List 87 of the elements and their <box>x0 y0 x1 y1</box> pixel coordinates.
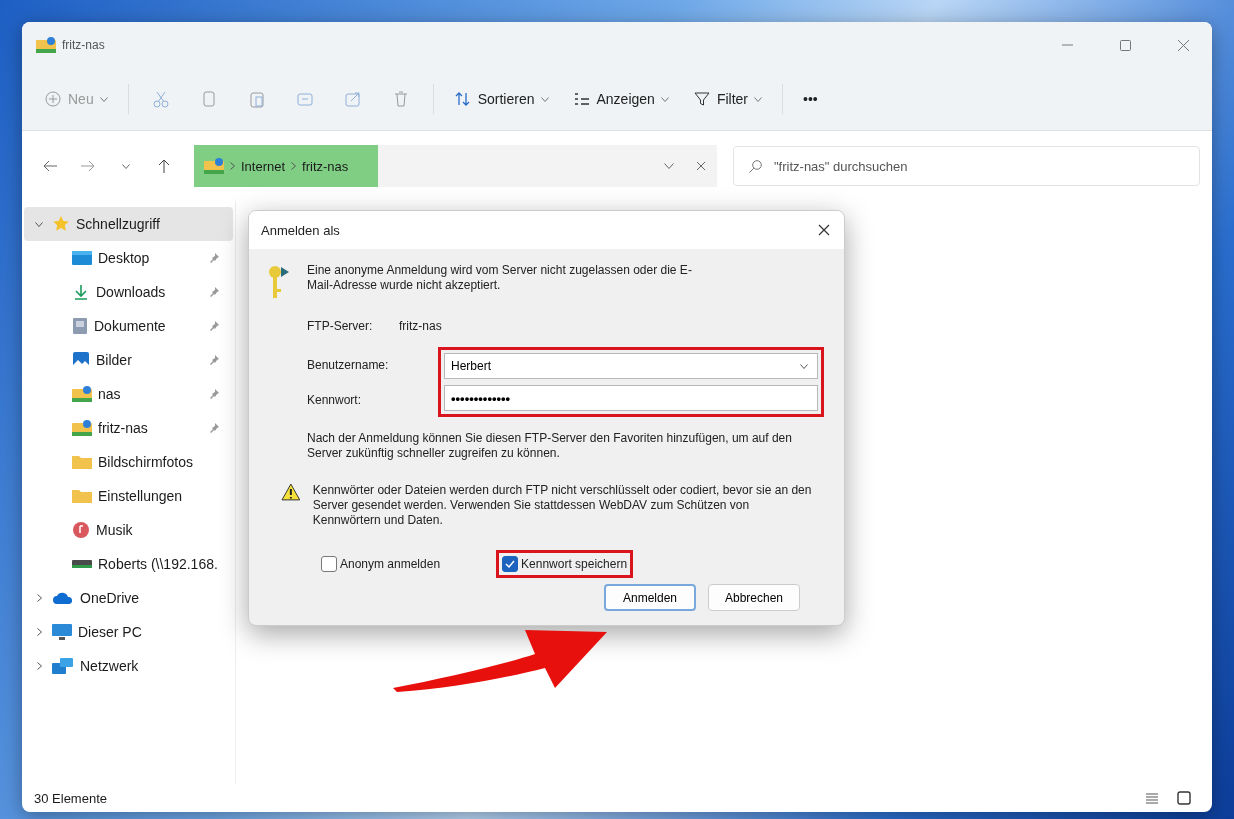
rename-icon <box>295 90 314 108</box>
star-icon <box>52 215 70 233</box>
pictures-icon <box>72 351 90 369</box>
toolbar-sort-button[interactable]: Sortieren <box>443 81 559 117</box>
chevron-down-icon <box>122 163 130 169</box>
server-label: FTP-Server: <box>307 319 374 333</box>
sidebar-item[interactable]: Einstellungen <box>24 479 233 513</box>
share-icon <box>343 90 362 108</box>
network-drive-icon <box>72 559 92 569</box>
network-folder-icon <box>204 157 224 175</box>
chevron-right-icon <box>230 162 235 170</box>
download-icon <box>72 283 90 301</box>
sidebar-item[interactable]: Musik <box>24 513 233 547</box>
sidebar-item[interactable]: Roberts (\\192.168. <box>24 547 233 581</box>
warning-icon <box>281 483 301 501</box>
chevron-down-icon <box>99 96 108 102</box>
password-field[interactable]: ••••••••••••• <box>444 385 818 411</box>
paste-icon <box>247 90 266 108</box>
sidebar-item[interactable]: OneDrive <box>24 581 233 615</box>
back-icon <box>43 160 57 172</box>
breadcrumb-item[interactable]: fritz-nas <box>302 158 349 174</box>
chevron-down-icon <box>754 96 762 102</box>
network-folder-icon <box>72 419 92 437</box>
checkbox[interactable]: Anonym anmelden <box>315 550 447 578</box>
warning-text: Kennwörter oder Dateien werden durch FTP nicht verschlüsselt oder codiert, bevor sie an den Server gesendet werden. Verwenden Sie stattdessen WebDAV zum Schützen von Kennwörtern und Daten. <box>312 483 813 528</box>
toolbar-filter-button[interactable]: Filter <box>682 81 772 117</box>
search-icon <box>749 160 762 173</box>
list-icon <box>1145 791 1159 805</box>
chevron-down-icon <box>35 221 43 227</box>
info-text: Nach der Anmeldung können Sie diesen FTP-Server den Favoriten hinzufügen, um auf den Server zukünftig schneller zugreifen zu können. <box>306 431 793 461</box>
cloud-icon <box>52 591 74 605</box>
toolbar-view-button[interactable]: Anzeigen <box>562 81 679 117</box>
sort-icon <box>453 90 472 108</box>
folder-icon <box>72 454 92 470</box>
music-icon <box>72 521 90 539</box>
dialog-button[interactable]: Anmelden <box>604 584 696 611</box>
sidebar-item[interactable]: Bildschirmfotos <box>24 445 233 479</box>
new-icon <box>44 90 62 108</box>
chevron-right-icon <box>36 662 42 670</box>
cut-icon <box>151 90 170 108</box>
sidebar-item[interactable]: nas <box>24 377 233 411</box>
network-folder-icon <box>72 385 92 403</box>
sidebar-item[interactable]: fritz-nas <box>24 411 233 445</box>
server-value: fritz-nas <box>399 319 442 333</box>
sidebar-item[interactable]: Bilder <box>24 343 233 377</box>
forward-icon <box>81 160 95 172</box>
username-combobox[interactable]: Herbert <box>444 353 818 379</box>
desktop-icon <box>72 250 92 266</box>
sidebar-item[interactable]: Desktop <box>24 241 233 275</box>
sidebar-item[interactable]: Netzwerk <box>24 649 233 683</box>
item-count: 30 Elemente <box>34 790 108 806</box>
password-label: Kennwort: <box>307 392 363 407</box>
dialog-title: Anmelden als <box>261 222 341 238</box>
network-folder-icon <box>36 36 56 54</box>
search-field[interactable]: "fritz-nas" durchsuchen <box>733 146 1200 186</box>
up-icon <box>158 159 170 173</box>
sidebar-item[interactable]: Schnellzugriff <box>24 207 233 241</box>
chevron-down-icon <box>800 364 808 369</box>
username-label: Benutzername: <box>307 357 390 372</box>
close-icon <box>1177 39 1189 51</box>
document-icon <box>72 317 88 335</box>
address-bar[interactable]: Internet fritz-nas <box>194 145 717 187</box>
window-title: fritz-nas <box>62 38 106 52</box>
chevron-down-icon <box>660 96 669 102</box>
toolbar-more-button[interactable]: ••• <box>793 81 828 117</box>
view-icon <box>572 90 591 108</box>
check-icon <box>505 559 516 569</box>
close-icon <box>817 223 831 237</box>
checkbox[interactable]: Kennwort speichern <box>496 550 634 578</box>
minimize-icon <box>1061 44 1073 46</box>
dialog-button[interactable]: Abbrechen <box>708 584 800 611</box>
chevron-down-icon <box>664 163 674 169</box>
maximize-icon <box>1119 39 1131 51</box>
network-icon <box>52 657 74 675</box>
chevron-right-icon <box>36 628 42 636</box>
chevron-right-icon <box>291 162 297 170</box>
breadcrumb-item[interactable]: Internet <box>241 158 286 174</box>
monitor-icon <box>52 623 72 641</box>
chevron-down-icon <box>540 96 549 102</box>
sidebar-item[interactable]: Downloads <box>24 275 233 309</box>
sidebar-item[interactable]: Dokumente <box>24 309 233 343</box>
filter-icon <box>692 90 711 108</box>
folder-icon <box>72 488 92 504</box>
tile-icon <box>1177 791 1191 805</box>
dialog-message: Eine anonyme Anmeldung wird vom Server nicht zugelassen oder die E-Mail-Adresse wurde nicht akzeptiert. <box>307 263 693 293</box>
chevron-right-icon <box>36 594 42 602</box>
sidebar-item[interactable]: Dieser PC <box>24 615 233 649</box>
